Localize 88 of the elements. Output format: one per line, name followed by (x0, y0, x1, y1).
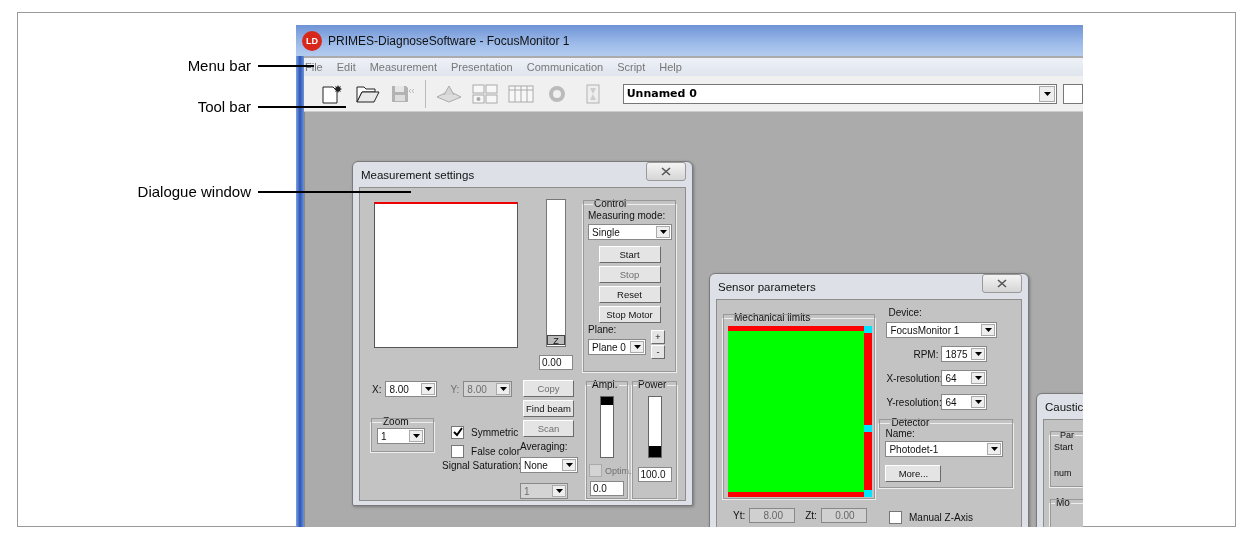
field-label: Yt: (733, 510, 746, 521)
group-label: Zoom (382, 417, 410, 427)
setting-dropdown[interactable]: 1875 (941, 346, 988, 362)
detector-dropdown[interactable]: Photodet-1 (885, 441, 1004, 457)
action-button[interactable]: Find beam (523, 400, 574, 417)
field-label: X-resolution: (886, 372, 939, 384)
minus-button[interactable]: - (651, 345, 665, 359)
menu-item[interactable]: Communication (526, 61, 604, 73)
checkbox[interactable] (451, 426, 465, 439)
control-button[interactable]: Reset (598, 286, 661, 303)
menu-item[interactable]: Edit (336, 61, 356, 73)
plane-dropdown[interactable]: Plane 0 (588, 339, 646, 355)
menu-item[interactable]: Help (659, 61, 682, 73)
field-label: Y: (450, 383, 460, 395)
field-label: RPM: (912, 348, 939, 360)
layout-icon (472, 83, 499, 104)
mode-dropdown[interactable]: Single (588, 224, 672, 240)
zoom-dropdown[interactable]: 1 (377, 428, 425, 444)
caret-icon (412, 434, 420, 438)
z-label: Z (547, 335, 565, 345)
checkbox-label: Manual Z-Axis (909, 512, 973, 523)
callout-label: Menu bar (187, 57, 251, 74)
control-button[interactable]: Stop Motor (598, 306, 661, 323)
value-field[interactable]: 100.0 (637, 467, 672, 482)
floppy-disk-icon (390, 84, 417, 103)
dialog-title: Measurement settings (361, 168, 475, 181)
field-label: Plane: (588, 324, 618, 335)
field-label: Device: (888, 307, 923, 318)
close-icon (997, 279, 1007, 288)
caret-icon (633, 345, 641, 349)
caret-icon (565, 463, 573, 467)
checkbox-label: Optim. (605, 465, 632, 476)
callout-label: Dialogue window (137, 183, 251, 200)
x-dropdown[interactable]: 8.00 (385, 381, 438, 397)
document-dropdown[interactable]: Unnamed 0 (622, 83, 1057, 104)
setting-dropdown[interactable]: 64 (941, 394, 988, 410)
caret-icon (974, 376, 982, 380)
field-label: Name: (885, 428, 915, 439)
checkbox-label: False color (471, 446, 520, 457)
checkbox[interactable] (889, 511, 902, 524)
group-label: Power (637, 380, 668, 390)
window-title: PRIMES-DiagnoseSoftware - FocusMonitor 1 (328, 33, 570, 48)
setting-dropdown[interactable]: 64 (941, 370, 988, 386)
hourglass-icon (585, 83, 600, 104)
more-button[interactable]: More... (885, 465, 942, 482)
caret-icon (984, 328, 992, 332)
plus-button[interactable]: + (651, 330, 665, 344)
dialog-title: Sensor parameters (718, 280, 816, 293)
checkbox[interactable] (451, 445, 465, 458)
field-label: Y-resolution: (886, 396, 939, 408)
caret-icon (424, 387, 432, 391)
caret-icon (555, 489, 563, 493)
table-icon (508, 84, 535, 103)
field-label: Averaging: (520, 441, 568, 452)
close-button[interactable] (646, 162, 686, 181)
close-button[interactable] (982, 274, 1022, 293)
z-value-field[interactable]: 0.00 (539, 355, 573, 370)
field-label: Start (1054, 442, 1074, 452)
field-label: X: (372, 383, 382, 395)
caret-icon (990, 447, 998, 451)
menu-item[interactable]: Script (617, 61, 646, 73)
group-label: Mechanical limits (733, 313, 812, 323)
folder-icon (355, 84, 380, 103)
callout-label: Tool bar (197, 98, 251, 115)
caret-icon (1043, 91, 1051, 96)
toolbar-field[interactable] (1063, 83, 1083, 104)
caret-icon (974, 352, 982, 356)
control-button[interactable]: Start (598, 246, 661, 263)
dialog-title: Caustic (1045, 400, 1083, 413)
field-label: Signal Saturation: (442, 460, 520, 471)
caret-icon (974, 400, 982, 404)
menu-item[interactable]: Measurement (369, 61, 437, 73)
caret-icon (659, 230, 667, 234)
checkbox-label: Symmetric (471, 427, 519, 438)
menu-item[interactable]: Presentation (450, 61, 513, 73)
value-field[interactable]: 0.0 (590, 481, 624, 496)
group-label: Par (1059, 430, 1075, 440)
new-document-icon (320, 83, 343, 104)
field-label: Zt: (805, 510, 817, 521)
app-logo: LD (302, 30, 322, 51)
field-label: Measuring mode: (588, 210, 667, 221)
surface-plot-icon (436, 84, 463, 103)
averaging-dropdown[interactable]: None (520, 457, 578, 473)
field-label: num (1054, 468, 1073, 478)
device-dropdown[interactable]: FocusMonitor 1 (886, 322, 998, 338)
close-icon (661, 167, 671, 176)
caret-icon (499, 387, 507, 391)
ring-icon (547, 84, 566, 103)
